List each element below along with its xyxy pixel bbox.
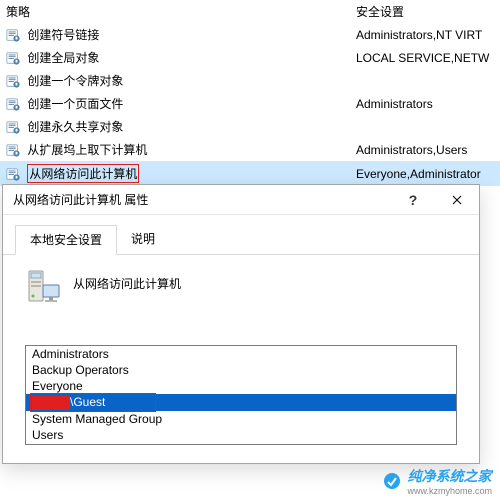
redacted-hostname: XXXX xyxy=(32,396,70,410)
policy-row[interactable]: 从扩展坞上取下计算机 Administrators,Users xyxy=(0,138,500,161)
tab-bar: 本地安全设置 说明 xyxy=(3,215,479,255)
policy-icon xyxy=(6,74,20,88)
list-header: 策略 安全设置 xyxy=(0,0,500,23)
principal-item[interactable]: Administrators xyxy=(26,346,456,362)
policy-row[interactable]: 创建永久共享对象 xyxy=(0,115,500,138)
principal-item[interactable]: Everyone xyxy=(26,378,456,394)
policy-label: 从扩展坞上取下计算机 xyxy=(27,143,147,157)
policy-label: 创建全局对象 xyxy=(27,51,99,65)
policy-row[interactable]: 创建一个令牌对象 xyxy=(0,69,500,92)
tab-explain[interactable]: 说明 xyxy=(117,225,169,254)
column-header-setting[interactable]: 安全设置 xyxy=(356,3,494,20)
policy-row[interactable]: 创建符号链接 Administrators,NT VIRT xyxy=(0,23,500,46)
policy-label: 从网络访问此计算机 xyxy=(29,167,137,181)
watermark-logo-icon xyxy=(383,472,401,490)
principals-listbox[interactable]: Administrators Backup Operators Everyone… xyxy=(25,345,457,445)
dialog-title: 从网络访问此计算机 属性 xyxy=(13,191,391,208)
principal-item-selected[interactable]: XXXX\Guest xyxy=(26,394,456,411)
help-button[interactable]: ? xyxy=(391,185,435,215)
policy-setting: Administrators,NT VIRT xyxy=(356,28,494,42)
policy-label: 创建一个令牌对象 xyxy=(27,74,123,88)
policy-label: 创建符号链接 xyxy=(27,28,99,42)
watermark: 纯净系统之家 www.kzmyhome.com xyxy=(383,466,492,496)
policy-label: 创建永久共享对象 xyxy=(27,120,123,134)
principal-guest-label: \Guest xyxy=(70,395,105,409)
policy-name-label: 从网络访问此计算机 xyxy=(73,269,181,292)
policy-icon xyxy=(6,97,20,111)
policy-header: 从网络访问此计算机 xyxy=(25,269,457,311)
policy-icon xyxy=(6,167,20,181)
policy-icon xyxy=(6,28,20,42)
policy-setting: Administrators xyxy=(356,97,494,111)
titlebar[interactable]: 从网络访问此计算机 属性 ? xyxy=(3,185,479,215)
watermark-url: www.kzmyhome.com xyxy=(407,486,492,496)
column-header-policy[interactable]: 策略 xyxy=(6,3,356,20)
policy-list: 策略 安全设置 创建符号链接 Administrators,NT VIRT 创建… xyxy=(0,0,500,186)
watermark-title: 纯净系统之家 xyxy=(407,466,492,486)
tab-local-security[interactable]: 本地安全设置 xyxy=(15,225,117,255)
policy-setting: Everyone,Administrator xyxy=(356,167,494,181)
principal-item[interactable]: Backup Operators xyxy=(26,362,456,378)
policy-row-selected[interactable]: 从网络访问此计算机 Everyone,Administrator xyxy=(0,161,500,186)
policy-icon xyxy=(6,143,20,157)
properties-dialog: 从网络访问此计算机 属性 ? 本地安全设置 说明 从 xyxy=(2,184,480,464)
policy-row[interactable]: 创建一个页面文件 Administrators xyxy=(0,92,500,115)
server-icon xyxy=(25,269,61,311)
principal-item[interactable]: System Managed Group xyxy=(26,411,456,427)
close-button[interactable] xyxy=(435,185,479,215)
policy-label: 创建一个页面文件 xyxy=(27,97,123,111)
principal-item[interactable]: Users xyxy=(26,427,456,443)
policy-setting: Administrators,Users xyxy=(356,143,494,157)
tab-content: 从网络访问此计算机 Administrators Backup Operator… xyxy=(3,255,479,445)
policy-icon xyxy=(6,120,20,134)
policy-row[interactable]: 创建全局对象 LOCAL SERVICE,NETW xyxy=(0,46,500,69)
policy-icon xyxy=(6,51,20,65)
policy-setting: LOCAL SERVICE,NETW xyxy=(356,51,494,65)
